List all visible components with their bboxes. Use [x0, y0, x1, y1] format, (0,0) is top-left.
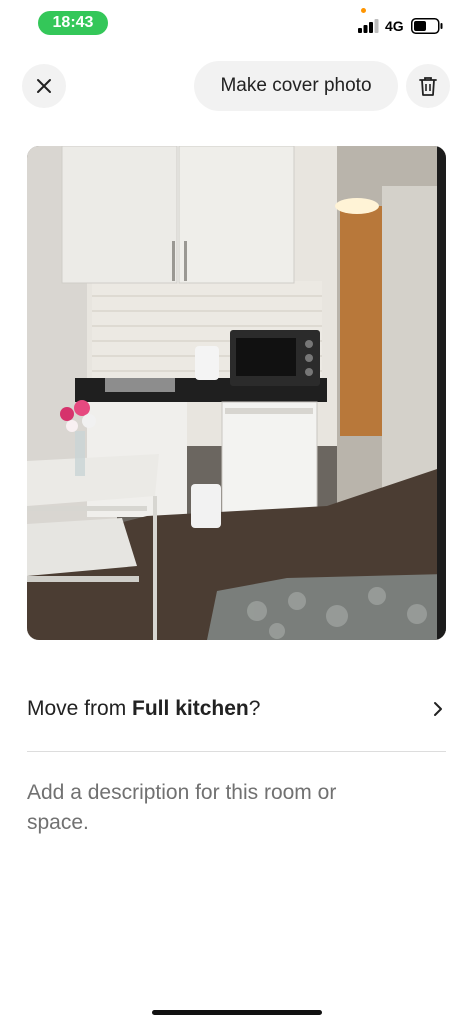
close-icon — [37, 79, 51, 93]
status-bar: 18:43 4G — [0, 0, 473, 46]
chevron-right-icon — [434, 702, 442, 716]
move-from-room-row[interactable]: Move from Full kitchen? — [27, 686, 446, 732]
delete-photo-button[interactable] — [406, 64, 450, 108]
cellular-signal-icon — [358, 19, 379, 33]
room-photo — [27, 146, 446, 640]
network-type: 4G — [385, 18, 404, 34]
divider — [27, 751, 446, 752]
move-room-name: Full kitchen — [132, 697, 249, 720]
move-prefix: Move from — [27, 697, 133, 720]
home-indicator[interactable] — [152, 1010, 322, 1015]
battery-icon — [411, 18, 443, 34]
close-button[interactable] — [22, 64, 66, 108]
kitchen-room-photo — [27, 146, 446, 640]
room-description-field[interactable]: Add a description for this room or space… — [27, 778, 387, 838]
move-suffix: ? — [248, 697, 261, 720]
status-time: 18:43 — [38, 11, 108, 35]
move-from-label: Move from Full kitchen? — [27, 697, 260, 721]
make-cover-photo-button[interactable]: Make cover photo — [194, 61, 398, 111]
privacy-indicator-dot — [361, 8, 366, 13]
trash-icon — [419, 77, 437, 96]
